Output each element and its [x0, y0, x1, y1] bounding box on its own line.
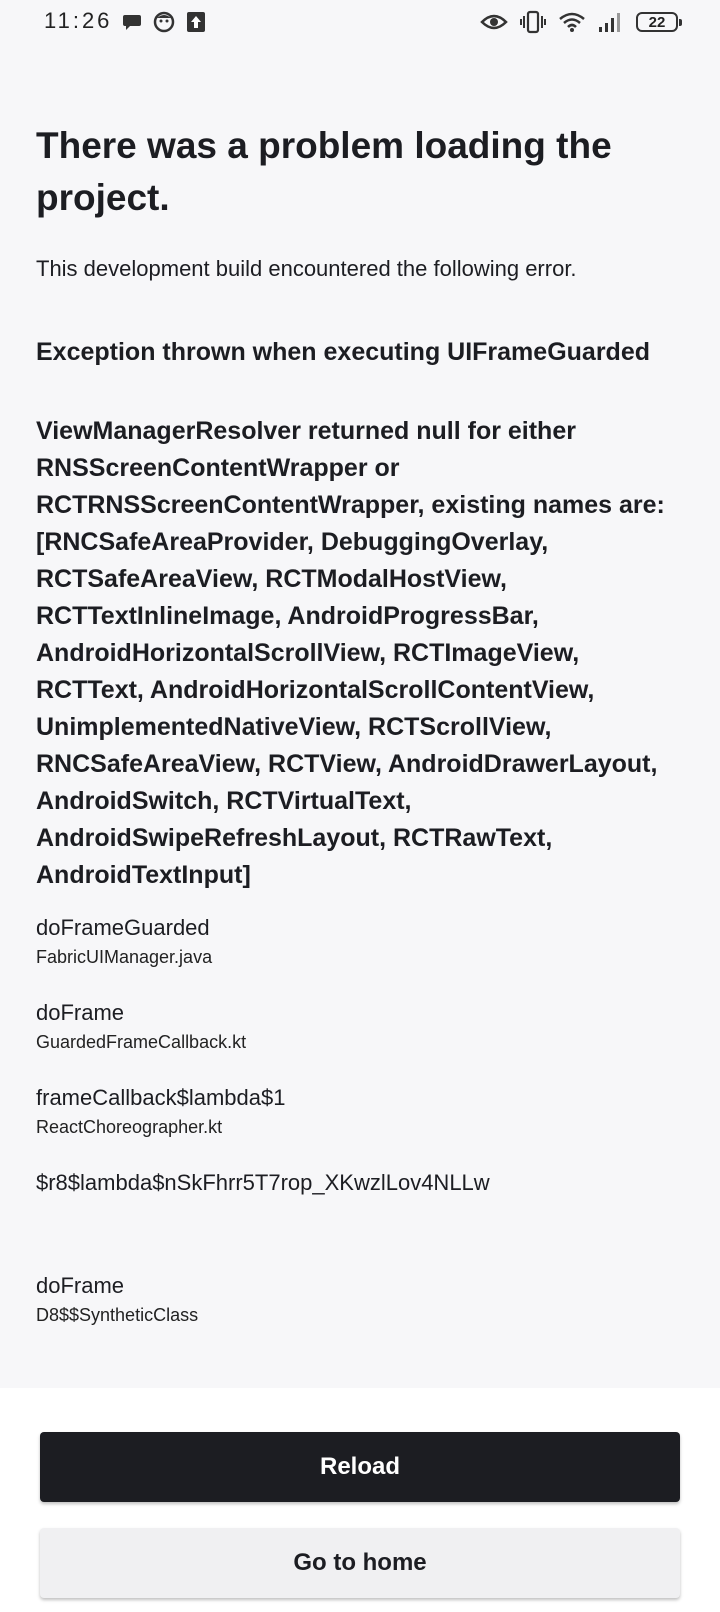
reload-button[interactable]: Reload: [40, 1432, 680, 1502]
stack-trace: doFrameGuarded FabricUIManager.java doFr…: [36, 912, 686, 1355]
stack-frame-file: ReactChoreographer.kt: [36, 1117, 223, 1137]
error-message: ViewManagerResolver returned null for ei…: [36, 417, 665, 889]
action-panel: Reload Go to home: [0, 1388, 720, 1612]
stack-frame-method: frameCallback$lambda$1: [36, 1085, 286, 1110]
stack-frame-file: FabricUIManager.java: [36, 947, 213, 967]
go-to-home-button[interactable]: Go to home: [40, 1528, 680, 1598]
stack-frame[interactable]: doFrame GuardedFrameCallback.kt: [36, 997, 686, 1082]
stack-frame-method: $r8$lambda$nSkFhrr5T7rop_XKwzlLov4NLLw: [36, 1170, 490, 1195]
stack-frame[interactable]: doFrameGuarded FabricUIManager.java: [36, 912, 686, 997]
stack-frame[interactable]: frameCallback$lambda$1 ReactChoreographe…: [36, 1082, 686, 1167]
stack-frame-method: doFrame: [36, 1000, 125, 1025]
error-content[interactable]: There was a problem loading the project.…: [0, 0, 720, 1388]
stack-frame-method: doFrame: [36, 1273, 125, 1298]
stack-frame-file: GuardedFrameCallback.kt: [36, 1032, 247, 1052]
page-title: There was a problem loading the project.: [36, 125, 612, 218]
error-heading: Exception thrown when executing UIFrameG…: [36, 338, 650, 366]
stack-frame[interactable]: $r8$lambda$nSkFhrr5T7rop_XKwzlLov4NLLw: [36, 1167, 686, 1270]
stack-frame[interactable]: doFrame D8$$SyntheticClass: [36, 1270, 686, 1355]
stack-frame-file: D8$$SyntheticClass: [36, 1305, 199, 1325]
error-subtitle: This development build encountered the f…: [36, 256, 577, 281]
stack-frame-method: doFrameGuarded: [36, 915, 210, 940]
